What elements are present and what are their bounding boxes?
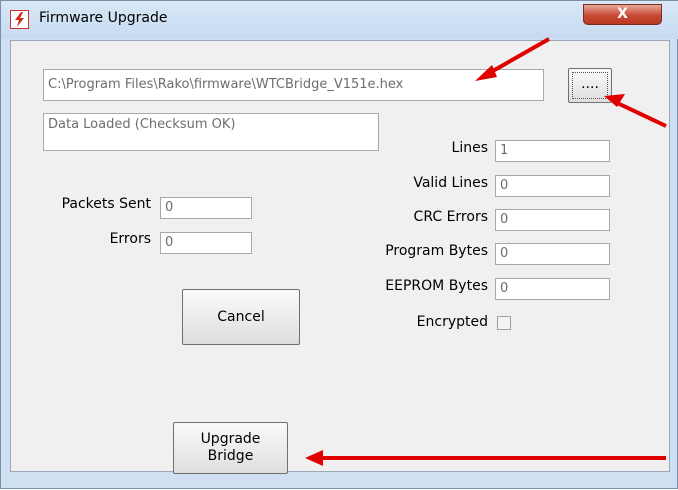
arrow-to-browse-button	[612, 99, 667, 128]
firmware-upgrade-window: Firmware Upgrade X C:\Program Files\Rako…	[0, 0, 678, 489]
arrow-head-file-path	[475, 65, 497, 81]
annotation-arrows	[305, 37, 667, 466]
arrow-head-upgrade	[305, 450, 323, 466]
